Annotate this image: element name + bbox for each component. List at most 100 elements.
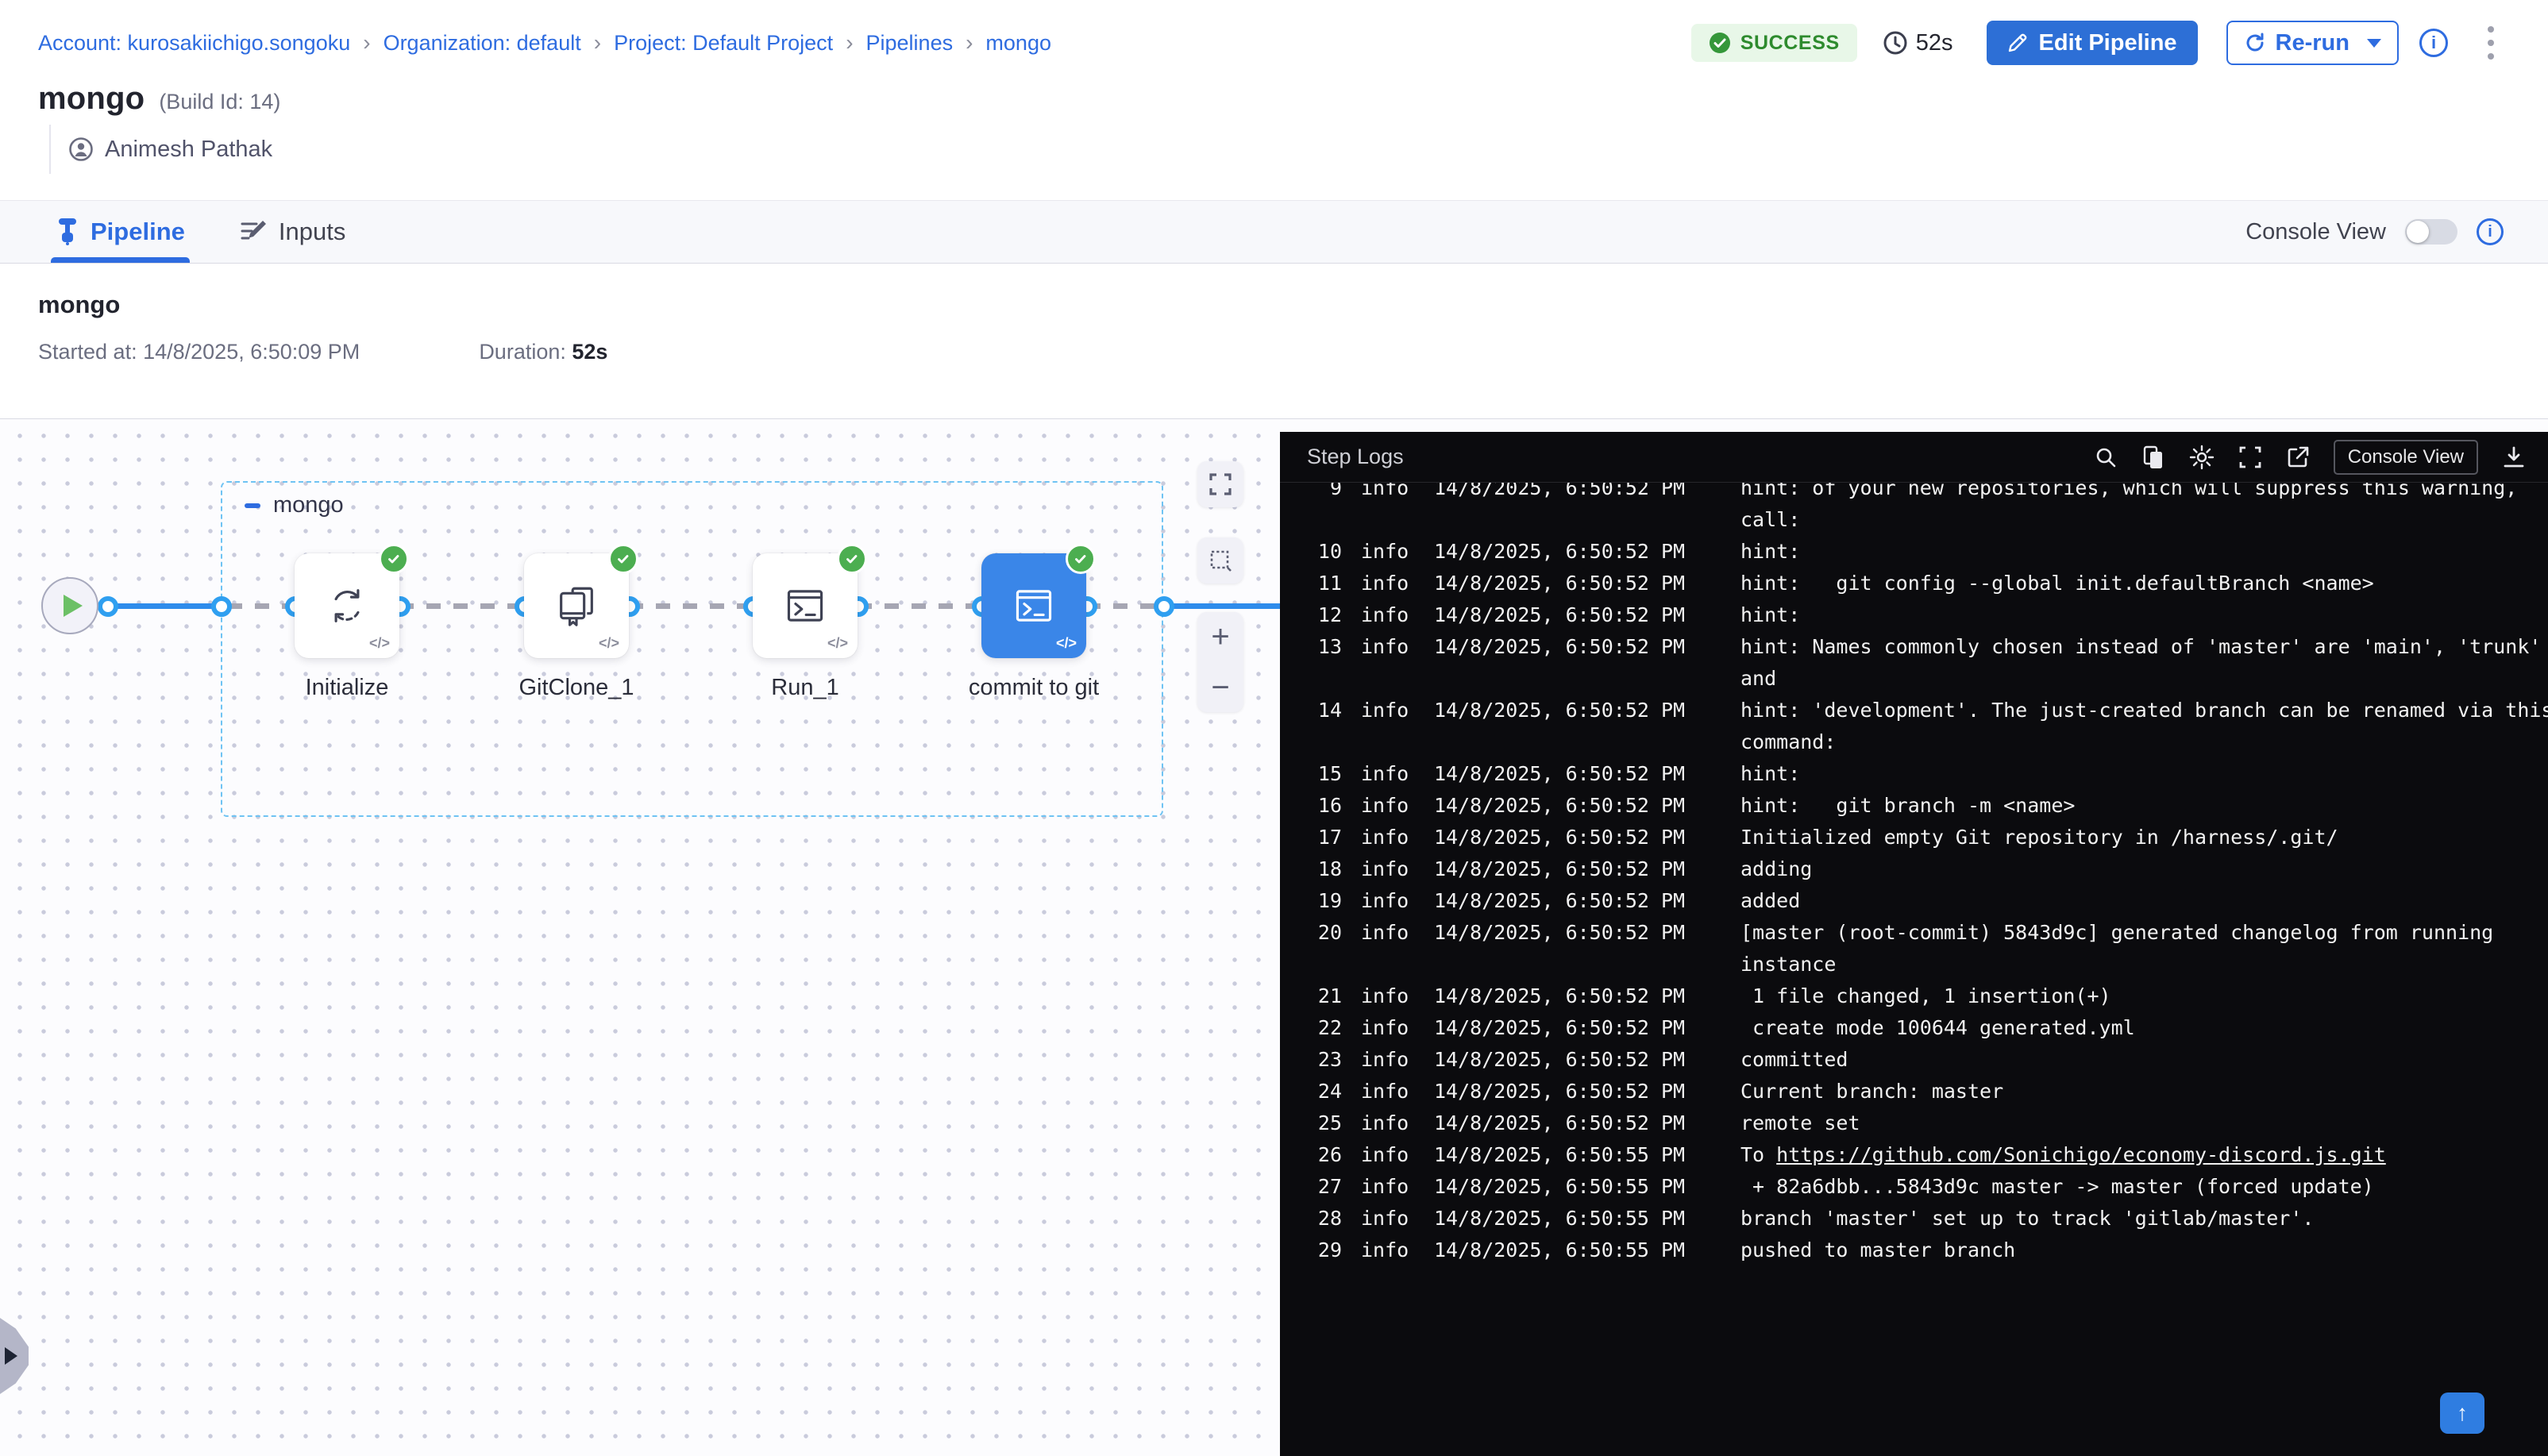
stage-group-label: mongo (245, 492, 344, 518)
edge-commit-to-stage-end (1086, 603, 1163, 609)
success-check-icon (837, 544, 867, 574)
tab-pipeline[interactable]: Pipeline (56, 201, 185, 263)
log-line: 28info14/8/2025, 6:50:55 PMbranch 'maste… (1307, 1202, 2548, 1234)
step-logs-title: Step Logs (1307, 445, 1404, 469)
stage-meta: Started at: 14/8/2025, 6:50:09 PM Durati… (38, 340, 2510, 364)
node-run[interactable]: </> (753, 553, 858, 658)
toggle-knob (2407, 221, 2429, 243)
log-line: 24info14/8/2025, 6:50:52 PMCurrent branc… (1307, 1075, 2548, 1107)
node-label-commit: commit to git (923, 675, 1145, 701)
pipeline-icon (56, 218, 79, 245)
log-line: and (1307, 662, 2548, 694)
log-line: 10info14/8/2025, 6:50:52 PMhint: (1307, 535, 2548, 567)
scroll-to-top-button[interactable]: ↑ (2440, 1392, 2484, 1434)
execution-actions: SUCCESS 52s Edit Pipeline Re-run (1691, 21, 2502, 65)
download-icon[interactable] (2502, 445, 2526, 469)
play-icon (64, 595, 83, 617)
log-link[interactable]: https://github.com/Sonichigo/economy-dis… (1776, 1143, 2386, 1166)
user-avatar-icon (68, 137, 94, 162)
success-check-icon (1709, 32, 1731, 54)
log-output: 9info14/8/2025, 6:50:52 PMhint: of your … (1280, 483, 2548, 1265)
author-row: Animesh Pathak (49, 125, 2548, 174)
connector-ring (98, 596, 118, 617)
settings-gear-icon[interactable] (2189, 445, 2215, 470)
node-gitclone[interactable]: </> (524, 553, 629, 658)
chevron-down-icon[interactable] (2367, 39, 2381, 48)
log-line: 15info14/8/2025, 6:50:52 PMhint: (1307, 757, 2548, 789)
log-line: 12info14/8/2025, 6:50:52 PMhint: (1307, 599, 2548, 630)
console-view-toggle-area: Console View i (2245, 218, 2504, 245)
log-line: 26info14/8/2025, 6:50:55 PMTo https://gi… (1307, 1138, 2548, 1170)
tab-pipeline-label: Pipeline (91, 218, 185, 246)
console-view-toggle[interactable] (2405, 219, 2457, 245)
stage-name: mongo (38, 291, 2510, 319)
code-glyph: </> (1056, 635, 1077, 652)
refresh-icon (2244, 32, 2266, 54)
success-check-icon (608, 544, 638, 574)
open-in-new-icon[interactable] (2286, 445, 2310, 469)
connector-ring (1154, 596, 1174, 617)
more-options-menu[interactable] (2480, 21, 2502, 64)
breadcrumb-current-pipeline[interactable]: mongo (985, 31, 1051, 56)
log-toolbar: Console View (2094, 440, 2526, 475)
log-line: 21info14/8/2025, 6:50:52 PM 1 file chang… (1307, 980, 2548, 1011)
status-text: SUCCESS (1740, 32, 1840, 55)
node-commit-to-git[interactable]: </> (981, 553, 1086, 658)
canvas-marquee-select-button[interactable] (1197, 537, 1243, 584)
log-line: 19info14/8/2025, 6:50:52 PMadded (1307, 884, 2548, 916)
step-logs-panel: Step Logs Console View (1280, 432, 2548, 1456)
info-icon[interactable]: i (2419, 29, 2448, 57)
node-label-run: Run_1 (694, 675, 916, 701)
edit-pipeline-button[interactable]: Edit Pipeline (1987, 21, 2198, 65)
console-view-button[interactable]: Console View (2334, 440, 2478, 475)
log-line: 18info14/8/2025, 6:50:52 PMadding (1307, 853, 2548, 884)
tab-strip: Pipeline Inputs Console View i (0, 200, 2548, 264)
log-line: 16info14/8/2025, 6:50:52 PMhint: git bra… (1307, 789, 2548, 821)
log-line: call: (1307, 503, 2548, 535)
page-header: Account: kurosakiichigo.songoku › Organi… (0, 0, 2548, 200)
breadcrumb-pipelines[interactable]: Pipelines (866, 31, 954, 56)
search-icon[interactable] (2094, 445, 2118, 469)
execution-content: mongo (0, 419, 2548, 1456)
breadcrumb: Account: kurosakiichigo.songoku › Organi… (38, 30, 1051, 56)
breadcrumb-separator: › (363, 30, 370, 56)
node-initialize[interactable]: </> (295, 553, 399, 658)
log-line: 23info14/8/2025, 6:50:52 PMcommitted (1307, 1043, 2548, 1075)
code-glyph: </> (369, 635, 390, 652)
stage-info-band: mongo Started at: 14/8/2025, 6:50:09 PM … (0, 264, 2548, 419)
started-at: Started at: 14/8/2025, 6:50:09 PM (38, 340, 360, 364)
pipeline-start-node[interactable] (41, 577, 98, 634)
stage-duration: Duration: 52s (479, 340, 607, 364)
rerun-button[interactable]: Re-run (2226, 21, 2399, 65)
zoom-in-button[interactable]: + (1211, 625, 1229, 649)
log-line: command: (1307, 726, 2548, 757)
stage-group-name: mongo (273, 492, 344, 518)
edge-initialize-to-gitclone (399, 603, 524, 609)
left-panel-expander[interactable] (0, 1318, 29, 1394)
build-id: (Build Id: 14) (159, 90, 280, 114)
tab-inputs[interactable]: Inputs (241, 201, 345, 263)
node-label-gitclone: GitClone_1 (465, 675, 688, 701)
breadcrumb-organization[interactable]: Organization: default (384, 31, 581, 56)
breadcrumb-account[interactable]: Account: kurosakiichigo.songoku (38, 31, 350, 56)
code-glyph: </> (599, 635, 619, 652)
collapse-stage-icon[interactable] (245, 503, 260, 508)
console-view-label: Console View (2245, 219, 2386, 245)
edge-stage-end-out (1163, 603, 1280, 609)
fullscreen-icon[interactable] (2238, 445, 2262, 469)
canvas-fullscreen-button[interactable] (1197, 461, 1243, 507)
git-clone-icon (553, 583, 599, 629)
zoom-out-button[interactable]: − (1211, 676, 1229, 699)
status-badge: SUCCESS (1691, 24, 1857, 62)
log-line: 13info14/8/2025, 6:50:52 PMhint: Names c… (1307, 630, 2548, 662)
breadcrumb-separator: › (846, 30, 853, 56)
top-bar: Account: kurosakiichigo.songoku › Organi… (0, 0, 2548, 65)
copy-icon[interactable] (2141, 445, 2165, 469)
breadcrumb-project[interactable]: Project: Default Project (614, 31, 833, 56)
log-line: 9info14/8/2025, 6:50:52 PMhint: of your … (1307, 483, 2548, 503)
log-output-viewport[interactable]: 9info14/8/2025, 6:50:52 PMhint: of your … (1280, 483, 2548, 1456)
breadcrumb-separator: › (966, 30, 973, 56)
author-name: Animesh Pathak (105, 137, 272, 163)
success-check-icon (379, 544, 409, 574)
console-view-info-icon[interactable]: i (2477, 218, 2504, 245)
